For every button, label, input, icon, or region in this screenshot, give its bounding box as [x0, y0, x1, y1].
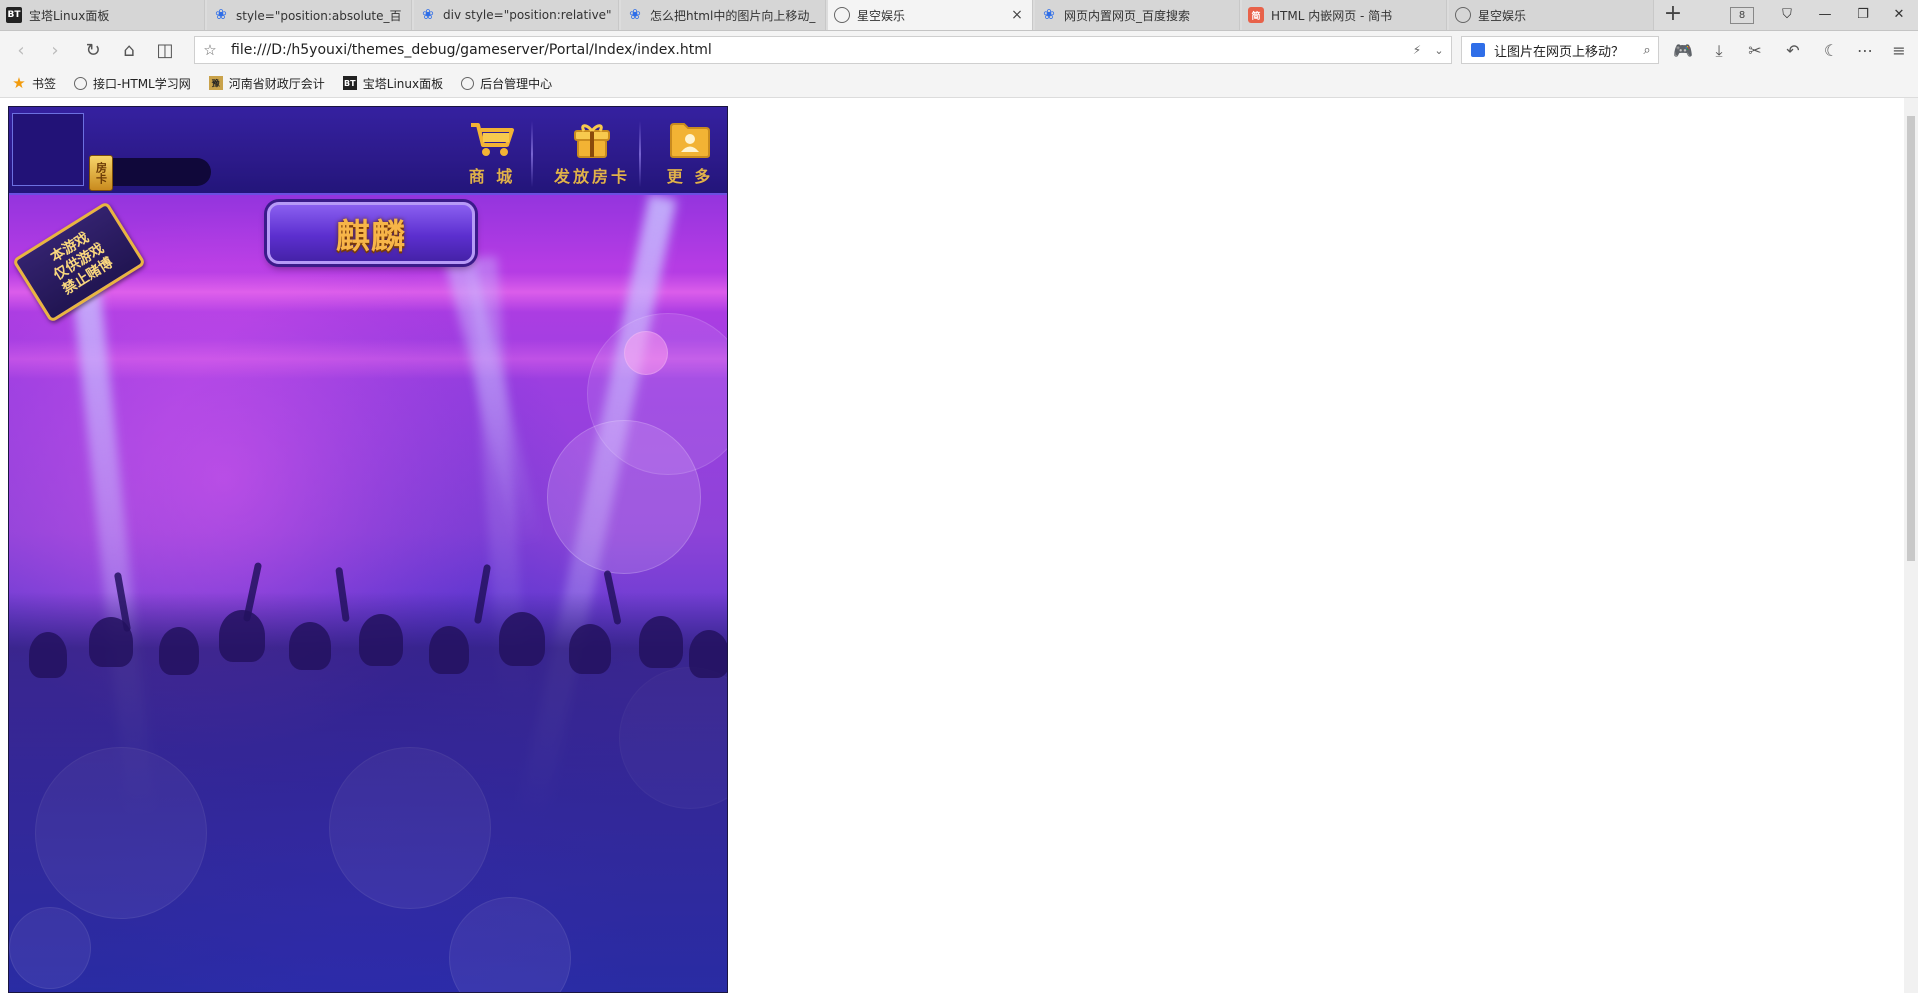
game-title-plaque: 麒麟 [267, 202, 475, 264]
crowd-silhouette [9, 561, 727, 992]
avatar[interactable] [12, 113, 84, 186]
baidu-paw-icon: ❀ [422, 7, 434, 23]
divider [531, 121, 533, 187]
page-scrollbar[interactable] [1904, 98, 1918, 993]
tab-6[interactable]: 简 HTML 内嵌网页 - 简书 [1242, 0, 1447, 30]
back-icon[interactable]: ‹ [8, 38, 34, 64]
tab-1[interactable]: ❀ style="position:absolute_百 [207, 0, 412, 30]
bookmark-label: 书签 [32, 76, 57, 91]
tab-3[interactable]: ❀ 怎么把html中的图片向上移动_ [621, 0, 826, 30]
search-engine-icon[interactable] [1466, 41, 1490, 59]
tab-title: HTML 内嵌网页 - 简书 [1271, 8, 1393, 23]
user-folder-icon [645, 121, 727, 159]
address-bar[interactable]: ☆ file:///D:/h5youxi/themes_debug/gamese… [194, 36, 1452, 64]
tab-7[interactable]: 星空娱乐 [1449, 0, 1654, 30]
night-mode-icon[interactable]: ☾ [1818, 38, 1844, 64]
gift-icon [547, 121, 637, 159]
bt-favicon-icon: BT [6, 7, 22, 23]
more-button[interactable]: 更 多 [645, 121, 727, 187]
globe-icon [74, 76, 88, 90]
tab-title: 怎么把html中的图片向上移动_ [650, 8, 816, 23]
undo-icon[interactable]: ↶ [1780, 38, 1806, 64]
bookmark-item[interactable]: BT 宝塔Linux面板 [342, 75, 444, 92]
baidu-paw-icon: ❀ [215, 7, 227, 23]
reload-icon[interactable]: ↻ [80, 38, 106, 64]
skin-icon[interactable]: ⛉ [1772, 4, 1802, 26]
reading-mode-icon[interactable]: ◫ [152, 38, 178, 64]
bokeh-circle [624, 331, 668, 375]
tab-0[interactable]: BT 宝塔Linux面板 [0, 0, 205, 30]
baidu-paw-icon: ❀ [1043, 7, 1055, 23]
bookmarks-bar: ★ 书签 接口-HTML学习网 豫 河南省财政厅会计 BT 宝塔Linux面板 … [0, 69, 1918, 98]
screenshot-icon[interactable]: ✂ [1742, 38, 1768, 64]
tab-5[interactable]: ❀ 网页内置网页_百度搜索 [1035, 0, 1240, 30]
bookmark-star-icon[interactable]: ☆ [195, 41, 225, 59]
restore-icon[interactable]: ❐ [1848, 4, 1878, 26]
shop-label: 商 城 [468, 167, 516, 186]
tab-title: div style="position:relative" [443, 8, 612, 22]
bookmark-label: 河南省财政厅会计 [228, 76, 325, 91]
speed-mode-icon[interactable]: ⚡ [1407, 43, 1427, 57]
star-icon: ★ [12, 74, 26, 92]
room-card-icon: 房卡 [89, 155, 113, 191]
tab-close-icon[interactable]: × [1008, 7, 1026, 23]
url-text[interactable]: file:///D:/h5youxi/themes_debug/gameserv… [225, 42, 1407, 58]
game-top-bar: 房卡 商 城 发放房卡 更 多 [9, 107, 727, 195]
tab-strip: BT 宝塔Linux面板 ❀ style="position:absolute_… [0, 0, 1918, 31]
home-icon[interactable]: ⌂ [116, 38, 142, 64]
tab-4-active[interactable]: 星空娱乐 × [828, 0, 1033, 30]
chevron-down-icon[interactable]: ⌄ [1427, 44, 1451, 57]
tab-title: 星空娱乐 [1478, 8, 1527, 23]
more-options-icon[interactable]: ⋯ [1852, 38, 1878, 64]
tab-count-badge[interactable]: 8 [1730, 7, 1754, 24]
more-label: 更 多 [666, 167, 714, 186]
bookmark-item[interactable]: ★ 书签 [12, 74, 57, 92]
search-box[interactable]: 让图片在网页上移动？ ⌕ [1461, 36, 1659, 64]
baidu-paw-icon: ❀ [629, 7, 641, 23]
tab-2[interactable]: ❀ div style="position:relative" [414, 0, 619, 30]
forward-icon[interactable]: › [42, 38, 68, 64]
globe-favicon-icon [1455, 7, 1471, 23]
bookmark-item[interactable]: 后台管理中心 [461, 75, 552, 92]
shopping-cart-icon [447, 121, 537, 159]
issue-room-card-label: 发放房卡 [553, 167, 630, 186]
download-icon[interactable]: ⤓ [1706, 38, 1732, 64]
tab-title: 网页内置网页_百度搜索 [1064, 8, 1191, 23]
bookmark-item[interactable]: 接口-HTML学习网 [74, 75, 191, 92]
tab-title: style="position:absolute_百 [236, 8, 402, 23]
game-title: 麒麟 [336, 216, 406, 257]
bookmark-label: 后台管理中心 [480, 76, 553, 91]
search-icon[interactable]: ⌕ [1636, 43, 1658, 58]
navigation-bar: ‹ › ↻ ⌂ ◫ ☆ file:///D:/h5youxi/themes_de… [0, 31, 1918, 69]
scrollbar-thumb[interactable] [1907, 116, 1915, 561]
bookmark-label: 接口-HTML学习网 [93, 76, 191, 91]
divider [639, 121, 641, 187]
new-tab-button[interactable]: + [1660, 3, 1686, 27]
shop-button[interactable]: 商 城 [447, 121, 537, 187]
bookmark-label: 宝塔Linux面板 [362, 76, 444, 91]
game-canvas[interactable]: 房卡 商 城 发放房卡 更 多 麒麟 本游戏 仅供游戏 禁止赌博 [8, 106, 728, 993]
tab-title: 宝塔Linux面板 [29, 8, 110, 23]
jianshu-favicon-icon: 简 [1248, 7, 1264, 23]
globe-favicon-icon [834, 7, 850, 23]
minimize-icon[interactable]: — [1810, 4, 1840, 26]
bt-icon: BT [342, 76, 357, 90]
search-query[interactable]: 让图片在网页上移动？ [1490, 41, 1636, 60]
menu-icon[interactable]: ≡ [1886, 38, 1912, 64]
game-center-icon[interactable]: 🎮 [1670, 38, 1696, 64]
close-window-icon[interactable]: ✕ [1884, 4, 1914, 26]
globe-icon [461, 76, 475, 90]
tab-title: 星空娱乐 [857, 8, 906, 23]
issue-room-card-button[interactable]: 发放房卡 [547, 121, 637, 187]
bookmark-item[interactable]: 豫 河南省财政厅会计 [208, 75, 325, 92]
henan-icon: 豫 [208, 76, 223, 90]
